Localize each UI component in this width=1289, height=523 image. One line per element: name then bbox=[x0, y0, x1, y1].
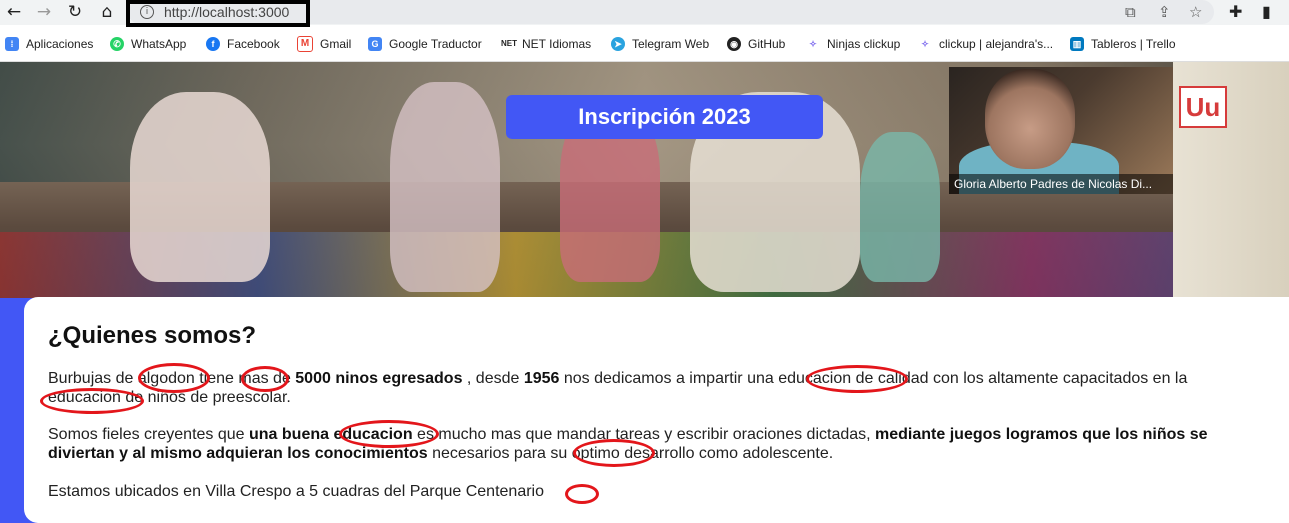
enrollment-banner[interactable]: Inscripción 2023 bbox=[506, 95, 823, 139]
paragraph-intro: Burbujas de algodon tiene mas de 5000 ni… bbox=[48, 370, 1188, 406]
bookmark-trello[interactable]: ▥ Tableros | Trello bbox=[1070, 35, 1176, 53]
facebook-icon: f bbox=[206, 37, 220, 51]
alphabet-card: Uu bbox=[1179, 86, 1227, 128]
url-annotation-box bbox=[126, 0, 310, 27]
alphabet-board: Uu bbox=[1173, 62, 1289, 298]
home-icon[interactable]: ⌂ bbox=[96, 2, 118, 22]
browser-toolbar: ← → ↻ ⌂ i http://localhost:3000 ⧉ ⇪ ☆ ✚ … bbox=[0, 0, 1289, 27]
annotation-circle bbox=[339, 420, 439, 448]
bookmark-gmail[interactable]: M Gmail bbox=[297, 35, 351, 53]
bookmark-star-icon[interactable]: ☆ bbox=[1189, 3, 1202, 21]
annotation-circle bbox=[565, 484, 599, 504]
bookmark-telegram[interactable]: ➤ Telegram Web bbox=[611, 35, 709, 53]
net-idiomas-icon: NET bbox=[501, 37, 517, 51]
translate-icon[interactable]: ⧉ bbox=[1125, 3, 1136, 21]
paragraph-mission: Somos fieles creyentes que una buena edu… bbox=[48, 426, 1208, 462]
annotation-circle bbox=[573, 439, 655, 467]
apps-grid-icon: ⁞ bbox=[5, 37, 19, 51]
forward-arrow-icon[interactable]: → bbox=[33, 2, 55, 22]
bookmark-net-idiomas[interactable]: NET NET Idiomas bbox=[501, 35, 591, 53]
annotation-circle bbox=[241, 366, 289, 392]
extensions-puzzle-icon[interactable]: ✚ bbox=[1229, 2, 1242, 21]
section-heading: ¿Quienes somos? bbox=[48, 322, 257, 349]
bookmarks-bar: ⁞ Aplicaciones ✆ WhatsApp f Facebook M Gmail… bbox=[0, 31, 1289, 57]
telegram-icon: ➤ bbox=[611, 37, 625, 51]
bookmark-apps[interactable]: ⁞ Aplicaciones bbox=[5, 35, 93, 53]
video-call-tile: Gloria Alberto Padres de Nicolas Di... bbox=[949, 67, 1173, 194]
child-figure bbox=[860, 132, 940, 282]
annotation-circle bbox=[806, 365, 908, 393]
about-card: ¿Quienes somos? Burbujas de algodon tien… bbox=[24, 297, 1289, 523]
gmail-icon: M bbox=[297, 36, 313, 52]
whatsapp-icon: ✆ bbox=[110, 37, 124, 51]
participant-name: Gloria Alberto Padres de Nicolas Di... bbox=[949, 174, 1173, 194]
reload-icon[interactable]: ↻ bbox=[64, 2, 86, 22]
bookmark-whatsapp[interactable]: ✆ WhatsApp bbox=[110, 35, 186, 53]
clickup-icon: ✧ bbox=[918, 37, 932, 51]
github-icon: ◉ bbox=[727, 37, 741, 51]
child-figure bbox=[390, 82, 500, 292]
paragraph-location: Estamos ubicados en Villa Crespo a 5 cua… bbox=[48, 483, 544, 500]
bookmark-clickup-alejandra[interactable]: ✧ clickup | alejandra's... bbox=[918, 35, 1053, 53]
trello-icon: ▥ bbox=[1070, 37, 1084, 51]
bookmark-github[interactable]: ◉ GitHub bbox=[727, 35, 785, 53]
bookmark-ninjas-clickup[interactable]: ✧ Ninjas clickup bbox=[806, 35, 900, 53]
annotation-circle bbox=[40, 388, 144, 414]
clickup-icon: ✧ bbox=[806, 37, 820, 51]
annotation-circle bbox=[138, 363, 210, 393]
google-translate-icon: G bbox=[368, 37, 382, 51]
share-icon[interactable]: ⇪ bbox=[1158, 3, 1171, 21]
child-figure bbox=[130, 92, 270, 282]
back-arrow-icon[interactable]: ← bbox=[3, 2, 25, 22]
bookmark-google-translate[interactable]: G Google Traductor bbox=[368, 35, 482, 53]
participant-face bbox=[985, 69, 1075, 169]
bookmark-facebook[interactable]: f Facebook bbox=[206, 35, 280, 53]
side-panel-icon[interactable]: ▮ bbox=[1262, 2, 1271, 21]
